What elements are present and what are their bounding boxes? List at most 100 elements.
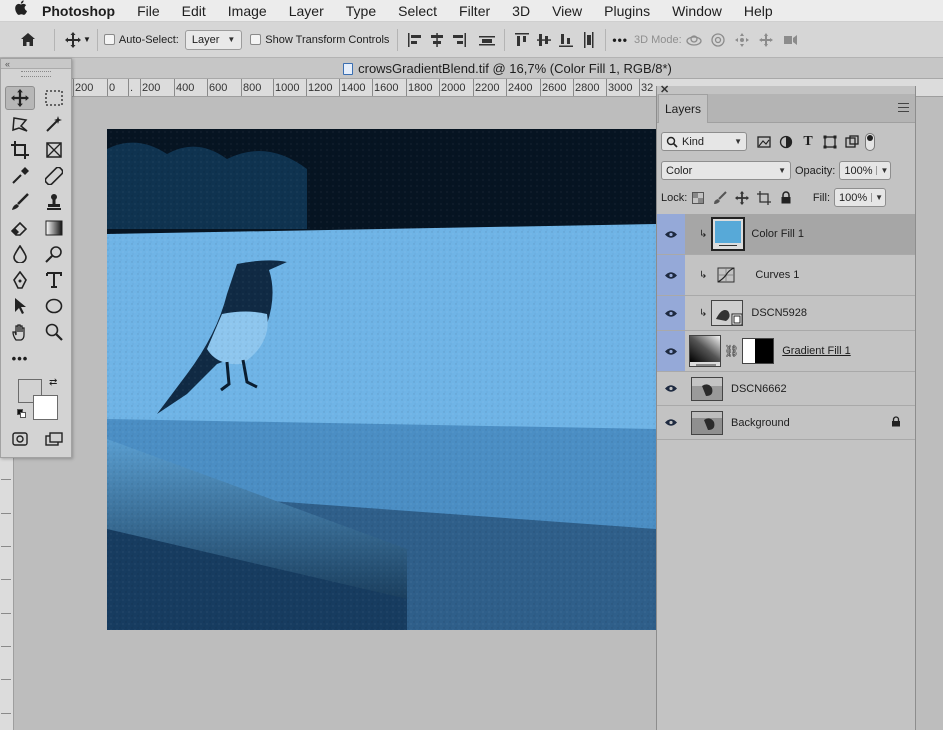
rectangular-marquee-tool-icon[interactable] xyxy=(39,86,69,110)
slide-3d-icon[interactable] xyxy=(754,28,778,52)
home-icon[interactable] xyxy=(16,28,40,52)
type-tool-icon[interactable] xyxy=(39,268,69,292)
path-selection-tool-icon[interactable] xyxy=(5,294,35,318)
eye-icon[interactable] xyxy=(657,372,685,405)
swap-colors-icon[interactable]: ⇄ xyxy=(49,377,57,388)
filter-shape-icon[interactable] xyxy=(819,133,841,151)
collapse-toolbar-icon[interactable]: « xyxy=(1,59,71,69)
auto-select-target-dropdown[interactable]: Layer ▼ xyxy=(184,29,243,50)
filter-kind-dropdown[interactable]: Kind ▼ xyxy=(661,132,747,151)
fill-field[interactable]: 100% ▼ xyxy=(834,188,886,207)
eye-icon[interactable] xyxy=(657,255,685,295)
brush-tool-icon[interactable] xyxy=(5,190,35,214)
eye-icon[interactable] xyxy=(657,406,685,439)
toolbar-grip[interactable] xyxy=(21,71,51,77)
layer-row[interactable]: ↳ Color Fill 1 xyxy=(657,214,915,255)
crop-tool-icon[interactable] xyxy=(5,138,35,162)
move-tool-icon[interactable] xyxy=(61,28,85,52)
curves-adjustment-icon[interactable] xyxy=(717,267,735,283)
more-options-button[interactable]: ••• xyxy=(612,33,628,47)
pen-tool-icon[interactable] xyxy=(5,268,35,292)
align-bottom-edges-icon[interactable] xyxy=(555,29,577,51)
menu-help[interactable]: Help xyxy=(733,0,784,22)
align-left-edges-icon[interactable] xyxy=(404,29,426,51)
lock-position-icon[interactable] xyxy=(731,189,753,207)
healing-brush-tool-icon[interactable] xyxy=(39,164,69,188)
color-fill-thumbnail[interactable] xyxy=(711,217,746,251)
background-layer-thumbnail[interactable] xyxy=(691,410,723,435)
align-horizontal-centers-icon[interactable] xyxy=(426,29,448,51)
apple-menu-icon[interactable] xyxy=(0,0,40,22)
menu-layer[interactable]: Layer xyxy=(278,0,335,22)
eye-icon[interactable] xyxy=(657,214,685,254)
magic-wand-tool-icon[interactable] xyxy=(39,112,69,136)
eye-icon[interactable] xyxy=(657,296,685,330)
layer-name[interactable]: Color Fill 1 xyxy=(751,228,804,240)
panel-menu-icon[interactable] xyxy=(898,103,909,112)
lock-artboard-icon[interactable] xyxy=(753,189,775,207)
smart-object-thumbnail[interactable] xyxy=(711,300,744,326)
opacity-field[interactable]: 100% ▼ xyxy=(839,161,892,180)
screen-mode-icon[interactable] xyxy=(39,427,69,451)
zoom-tool-icon[interactable] xyxy=(39,320,69,344)
menu-type[interactable]: Type xyxy=(335,0,387,22)
eye-icon[interactable] xyxy=(657,331,685,371)
layer-name[interactable]: Background xyxy=(731,417,790,429)
blur-tool-icon[interactable] xyxy=(5,242,35,266)
layer-mask-thumbnail[interactable] xyxy=(742,338,775,364)
drag-3d-icon[interactable] xyxy=(730,28,754,52)
menu-window[interactable]: Window xyxy=(661,0,733,22)
show-transform-checkbox[interactable]: Show Transform Controls xyxy=(250,34,389,46)
menu-file[interactable]: File xyxy=(126,0,171,22)
menu-edit[interactable]: Edit xyxy=(171,0,217,22)
lock-transparent-pixels-icon[interactable] xyxy=(687,189,709,207)
menu-view[interactable]: View xyxy=(541,0,593,22)
menu-plugins[interactable]: Plugins xyxy=(593,0,661,22)
distribute-vertical-icon[interactable] xyxy=(577,29,599,51)
distribute-icon[interactable] xyxy=(476,29,498,51)
layer-name[interactable]: Gradient Fill 1 xyxy=(782,345,850,357)
menu-select[interactable]: Select xyxy=(387,0,448,22)
dodge-tool-icon[interactable] xyxy=(39,242,69,266)
tab-layers[interactable]: Layers xyxy=(658,94,708,123)
menu-image[interactable]: Image xyxy=(217,0,278,22)
auto-select-checkbox[interactable]: Auto-Select: xyxy=(103,34,179,46)
layer-name[interactable]: DSCN6662 xyxy=(731,383,787,395)
menu-filter[interactable]: Filter xyxy=(448,0,501,22)
align-vertical-centers-icon[interactable] xyxy=(533,29,555,51)
clone-stamp-tool-icon[interactable] xyxy=(39,190,69,214)
lock-all-icon[interactable] xyxy=(775,189,797,207)
move-tool-icon[interactable] xyxy=(5,86,35,110)
eyedropper-tool-icon[interactable] xyxy=(5,164,35,188)
layer-name[interactable]: Curves 1 xyxy=(755,269,799,281)
layer-row[interactable]: DSCN6662 xyxy=(657,372,915,406)
menu-3d[interactable]: 3D xyxy=(501,0,541,22)
filter-toggle-switch[interactable] xyxy=(865,132,875,151)
gradient-fill-thumbnail[interactable] xyxy=(689,335,721,367)
align-top-edges-icon[interactable] xyxy=(511,29,533,51)
orbit-3d-icon[interactable] xyxy=(682,28,706,52)
filter-smart-object-icon[interactable] xyxy=(841,133,863,151)
document-image[interactable] xyxy=(107,129,656,630)
layer-name[interactable]: DSCN5928 xyxy=(751,307,807,319)
filter-pixel-icon[interactable] xyxy=(753,133,775,151)
mask-link-icon[interactable]: ⛓ xyxy=(724,344,739,358)
ellipse-tool-icon[interactable] xyxy=(39,294,69,318)
layer-row[interactable]: ↳ Curves 1 xyxy=(657,255,915,296)
layer-row[interactable]: Background xyxy=(657,406,915,440)
blend-mode-dropdown[interactable]: Color ▼ xyxy=(661,161,791,180)
filter-adjustment-icon[interactable] xyxy=(775,133,797,151)
gradient-tool-icon[interactable] xyxy=(39,216,69,240)
edit-toolbar-icon[interactable]: ••• xyxy=(5,346,35,370)
roll-3d-icon[interactable] xyxy=(706,28,730,52)
canvas-area[interactable] xyxy=(72,97,656,730)
filter-type-icon[interactable]: T xyxy=(797,133,819,151)
layer-row[interactable]: ⛓ Gradient Fill 1 xyxy=(657,331,915,372)
default-colors-icon[interactable] xyxy=(17,409,26,418)
eraser-tool-icon[interactable] xyxy=(5,216,35,240)
lock-image-pixels-icon[interactable] xyxy=(709,189,731,207)
frame-tool-icon[interactable] xyxy=(39,138,69,162)
scale-3d-icon[interactable] xyxy=(778,28,802,52)
pixel-layer-thumbnail[interactable] xyxy=(691,376,723,401)
menu-app-photoshop[interactable]: Photoshop xyxy=(40,0,126,22)
